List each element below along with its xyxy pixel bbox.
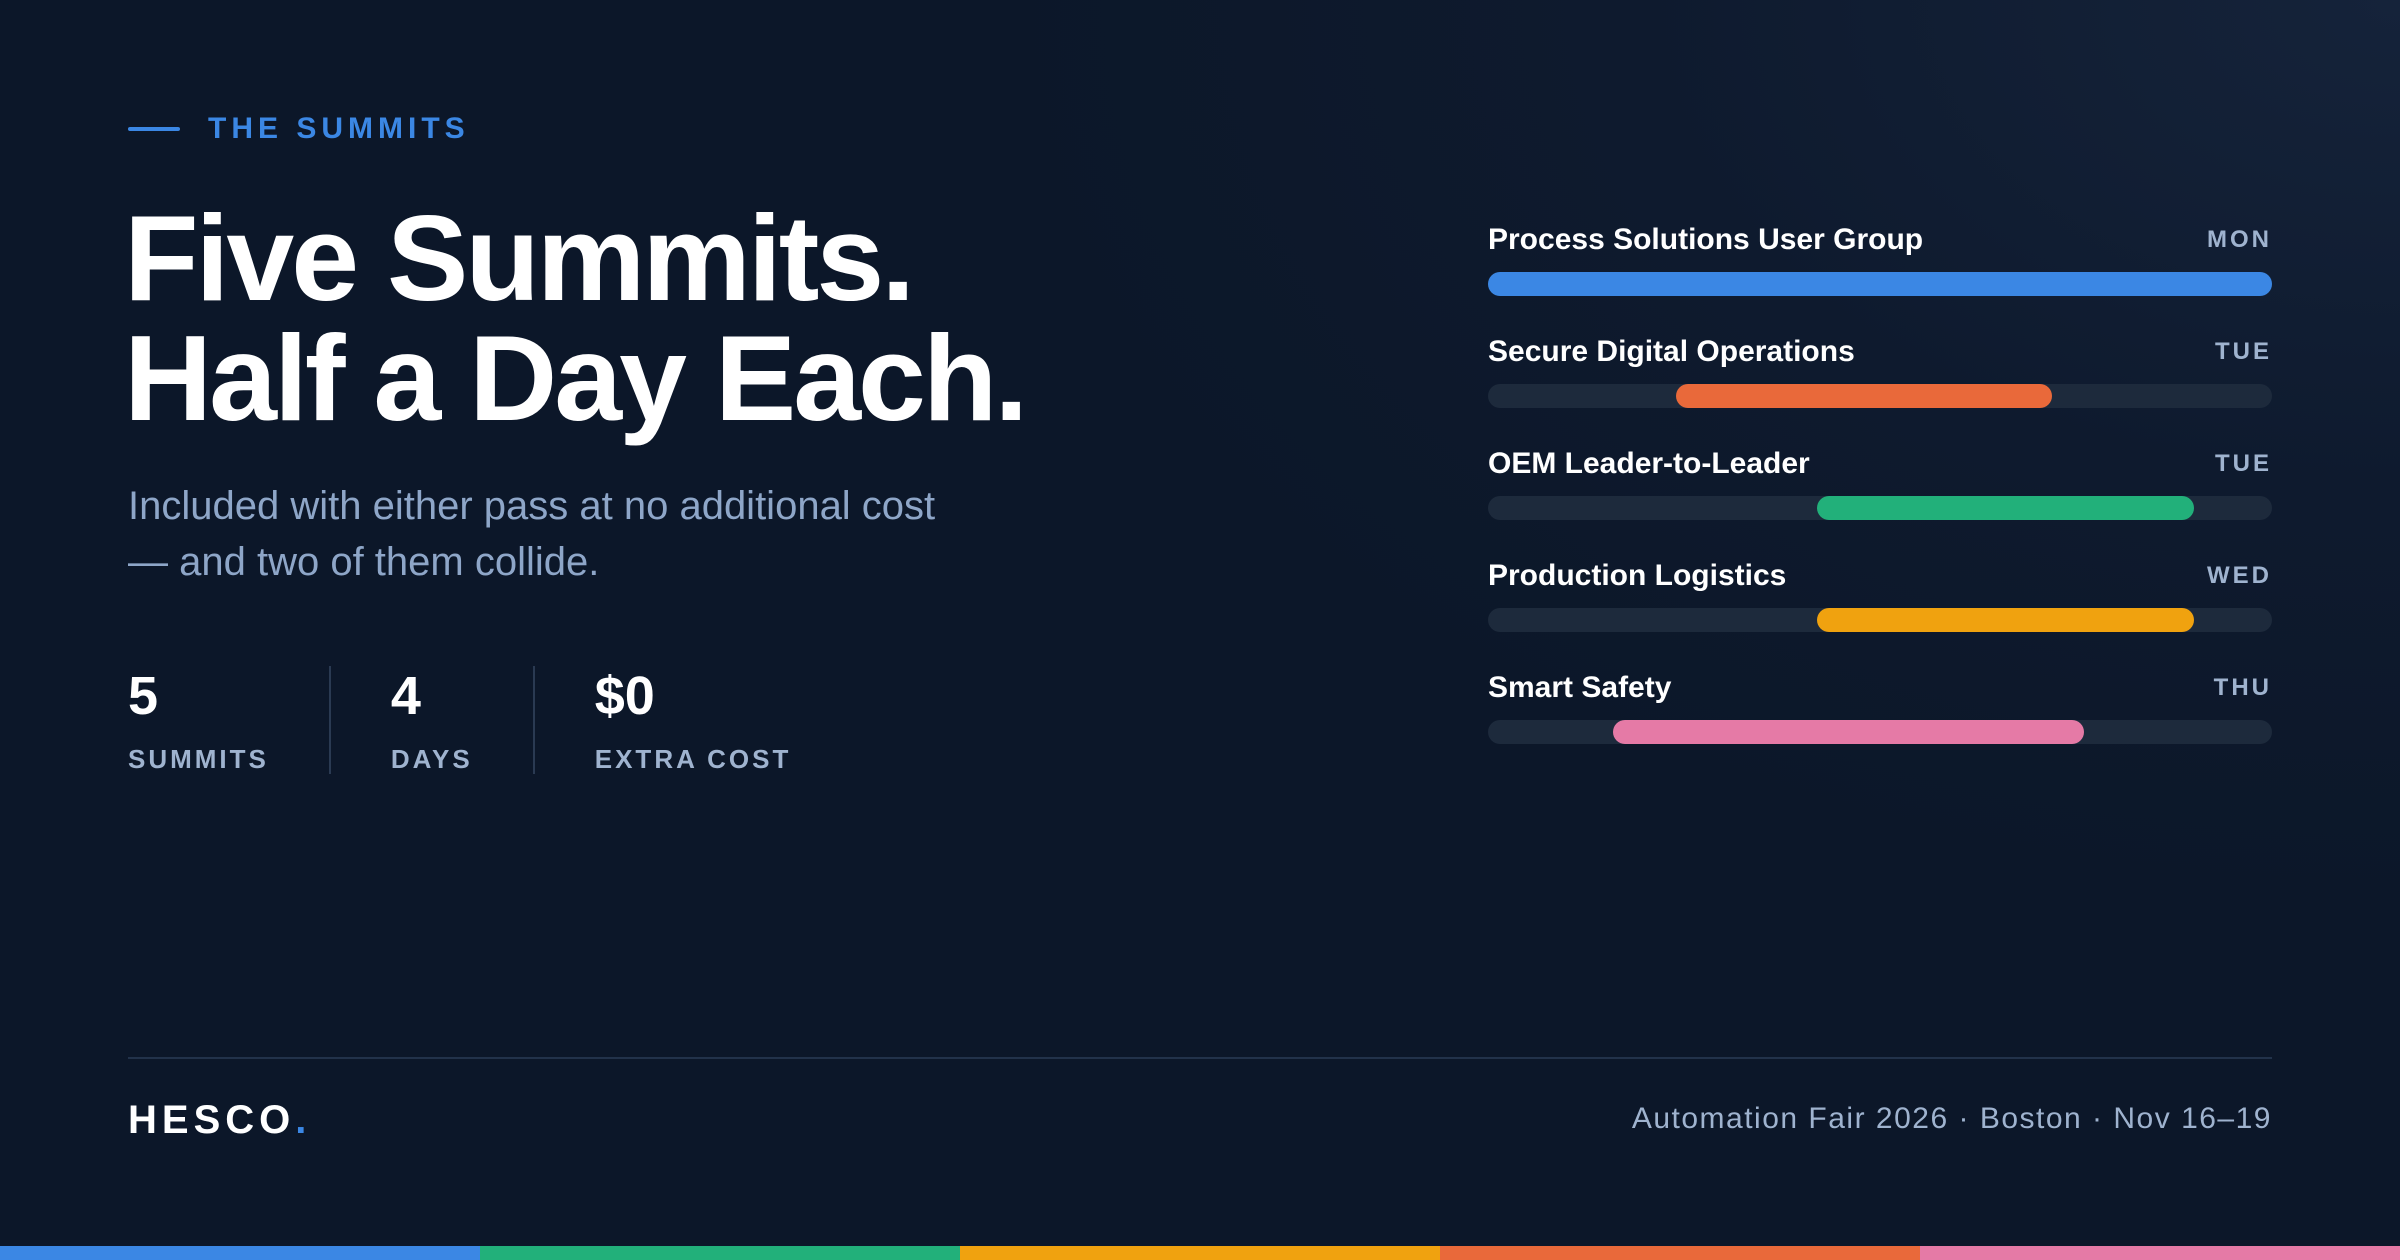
color-strip-segment — [1920, 1246, 2400, 1260]
summit-timeline-bar — [1817, 496, 2194, 520]
stat-label: EXTRA COST — [594, 744, 792, 774]
summit-name: OEM Leader-to-Leader — [1488, 447, 1810, 480]
stat-label: SUMMITS — [128, 744, 269, 774]
stat-value: 4 — [390, 666, 421, 726]
summit-name: Production Logistics — [1488, 559, 1787, 592]
color-strip-segment — [960, 1246, 1440, 1260]
summit-timeline-bar — [1676, 384, 2053, 408]
stat-value: 5 — [128, 666, 159, 726]
logo-text: HESCO — [128, 1098, 296, 1142]
eyebrow-text: THE SUMMITS — [208, 112, 470, 145]
stat-extra-cost: $0 EXTRA COST — [532, 666, 852, 774]
color-strip-segment — [480, 1246, 960, 1260]
summit-name: Smart Safety — [1488, 671, 1672, 704]
headline-line-2: Half a Day Each. — [124, 310, 1028, 446]
summit-name: Process Solutions User Group — [1488, 223, 1924, 256]
summit-schedule: Process Solutions User Group MON Secure … — [1488, 220, 2272, 780]
logo-dot: . — [295, 1098, 307, 1142]
summit-day: TUE — [2215, 338, 2272, 365]
stat-value: $0 — [594, 666, 655, 726]
summit-day: TUE — [2215, 450, 2272, 477]
subhead-line-2: — and two of them collide. — [128, 540, 600, 584]
summit-timeline-track — [1488, 608, 2272, 632]
subhead-line-1: Included with either pass at no addition… — [128, 484, 936, 528]
summit-row: Smart Safety THU — [1488, 668, 2272, 780]
summit-timeline-bar — [1817, 608, 2194, 632]
summit-row: OEM Leader-to-Leader TUE — [1488, 444, 2272, 556]
color-strip — [0, 1246, 2400, 1260]
summit-timeline-bar — [1488, 272, 2272, 296]
stat-label: DAYS — [390, 744, 473, 774]
summit-timeline-track — [1488, 272, 2272, 296]
summit-row: Production Logistics WED — [1488, 556, 2272, 668]
stat-summits: 5 SUMMITS — [128, 666, 329, 774]
footer-divider — [128, 1057, 2272, 1059]
summit-day: WED — [2207, 562, 2272, 589]
page-title: Five Summits. Half a Day Each. — [124, 190, 1028, 446]
summit-day: THU — [2213, 674, 2272, 701]
color-strip-segment — [1440, 1246, 1920, 1260]
subheadline: Included with either pass at no addition… — [128, 478, 1028, 590]
summit-row: Secure Digital Operations TUE — [1488, 332, 2272, 444]
event-info: Automation Fair 2026 · Boston · Nov 16–1… — [1631, 1102, 2272, 1135]
headline-line-1: Five Summits. — [124, 190, 915, 326]
summit-name: Secure Digital Operations — [1488, 335, 1855, 368]
summit-day: MON — [2207, 226, 2272, 253]
stats-row: 5 SUMMITS 4 DAYS $0 EXTRA COST — [128, 666, 851, 774]
section-eyebrow: THE SUMMITS — [128, 112, 470, 146]
summit-timeline-track — [1488, 720, 2272, 744]
color-strip-segment — [0, 1246, 480, 1260]
summit-timeline-track — [1488, 384, 2272, 408]
summit-row: Process Solutions User Group MON — [1488, 220, 2272, 332]
summit-timeline-track — [1488, 496, 2272, 520]
summit-timeline-bar — [1613, 720, 2084, 744]
hesco-logo: HESCO. — [128, 1098, 306, 1143]
stat-days: 4 DAYS — [328, 666, 533, 774]
eyebrow-line — [128, 127, 180, 131]
